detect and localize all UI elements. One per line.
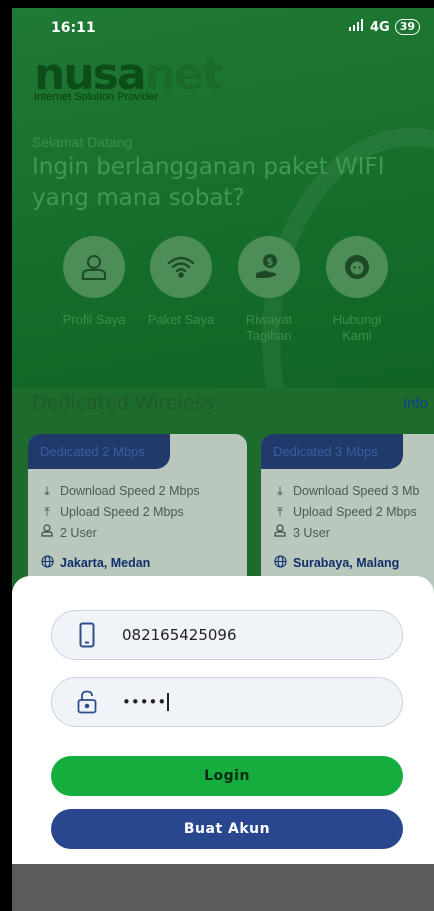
status-bar: 16:11 4G 39 [12, 8, 434, 46]
upload-icon: ⤒ [44, 505, 50, 519]
system-navigation-bar [12, 864, 434, 911]
download-icon: ⤓ [277, 484, 283, 498]
user-icon [273, 523, 287, 544]
user-count-row: 3 User [273, 523, 434, 544]
menu-item-billing-history[interactable]: $ Riwayat Tagihan [234, 236, 304, 344]
menu-item-contact[interactable]: Hubungi Kami [322, 236, 392, 344]
status-time: 16:11 [51, 20, 96, 36]
upload-icon: ⤒ [277, 505, 283, 519]
signal-icon [348, 19, 365, 35]
login-button[interactable]: Login [51, 756, 403, 796]
app-screen: 16:11 4G 39 nusanet Internet Solution Pr… [12, 8, 434, 911]
brand-logo: nusanet Internet Solution Provider [34, 53, 223, 104]
create-account-button[interactable]: Buat Akun [51, 809, 403, 849]
info-link[interactable]: Info [403, 395, 428, 412]
menu-label: Profil Saya [62, 312, 126, 327]
status-indicators: 4G 39 [348, 19, 420, 35]
menu-label: Hubungi Kami [332, 312, 382, 343]
headset-icon [326, 236, 388, 298]
section-title: Dedicated Wireless [32, 392, 215, 414]
text-caret [167, 693, 169, 712]
download-speed-row: ⤓ Download Speed 2 Mbps [40, 481, 235, 502]
menu-item-package[interactable]: Paket Saya [146, 236, 216, 328]
menu-label: Riwayat Tagihan [245, 312, 293, 343]
menu-item-profile[interactable]: Profil Saya [59, 236, 129, 328]
user-count-row: 2 User [40, 523, 235, 544]
user-icon [40, 523, 54, 544]
phone-field[interactable]: 082165425096 [51, 610, 403, 660]
package-badge: Dedicated 3 Mbps [261, 434, 403, 469]
upload-speed-row: ⤒ Upload Speed 2 Mbps [40, 502, 235, 523]
page-headline: Ingin berlangganan paket WIFI yang mana … [32, 154, 385, 211]
menu-label: Paket Saya [147, 312, 215, 327]
download-icon: ⤓ [44, 484, 50, 498]
svg-text:$: $ [267, 257, 274, 268]
greeting-text: Selamat Datang [32, 134, 133, 150]
phone-input[interactable]: 082165425096 [122, 626, 382, 644]
coverage-cities: Surabaya, Malang [273, 555, 434, 571]
battery-icon: 39 [394, 19, 420, 35]
person-icon [63, 236, 125, 298]
lock-icon [52, 690, 122, 714]
upload-speed-row: ⤒ Upload Speed 2 Mbps [273, 502, 434, 523]
globe-icon [273, 555, 287, 571]
globe-icon [40, 555, 54, 571]
network-type: 4G [369, 19, 390, 35]
password-input[interactable]: ••••• [122, 693, 382, 712]
payment-icon: $ [238, 236, 300, 298]
login-sheet: 082165425096 ••••• Login Buat Akun [12, 576, 434, 864]
phone-icon [52, 622, 122, 648]
password-field[interactable]: ••••• [51, 677, 403, 727]
coverage-cities: Jakarta, Medan [40, 555, 235, 571]
wifi-icon [150, 236, 212, 298]
package-badge: Dedicated 2 Mbps [28, 434, 170, 469]
download-speed-row: ⤓ Download Speed 3 Mb [273, 481, 434, 502]
